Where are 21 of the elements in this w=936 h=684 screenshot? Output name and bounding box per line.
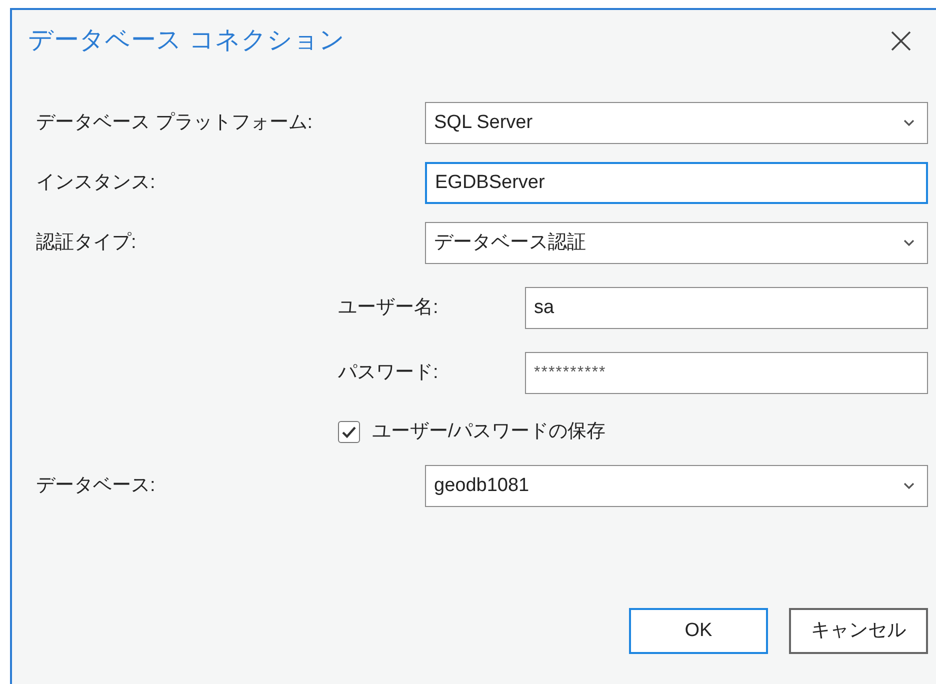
chevron-down-icon — [903, 239, 915, 247]
window-title: データベース コネクション — [28, 25, 345, 56]
field-label: パスワード: — [338, 360, 440, 385]
checkmark-icon — [341, 425, 357, 439]
field-label: データベース: — [36, 474, 156, 498]
dialog-button[interactable]: OK — [629, 608, 768, 654]
input-field[interactable]: EGDBServer — [425, 162, 928, 204]
field-label: インスタンス: — [36, 170, 156, 195]
password-field[interactable]: ********** — [525, 352, 928, 394]
dialog-button[interactable]: キャンセル — [789, 608, 928, 654]
chevron-down-icon — [903, 119, 915, 127]
dropdown[interactable]: データベース認証 — [425, 222, 928, 264]
dropdown[interactable]: SQL Server — [425, 102, 928, 144]
field-label: データベース プラットフォーム: — [36, 110, 314, 135]
input-field[interactable]: sa — [525, 287, 928, 329]
checkbox-label: ユーザー/パスワードの保存 — [372, 420, 606, 444]
chevron-down-icon — [903, 482, 915, 490]
checkbox[interactable] — [338, 421, 360, 443]
dropdown[interactable]: geodb1081 — [425, 465, 928, 507]
field-label: ユーザー名: — [338, 296, 440, 320]
field-label: 認証タイプ: — [36, 230, 138, 255]
